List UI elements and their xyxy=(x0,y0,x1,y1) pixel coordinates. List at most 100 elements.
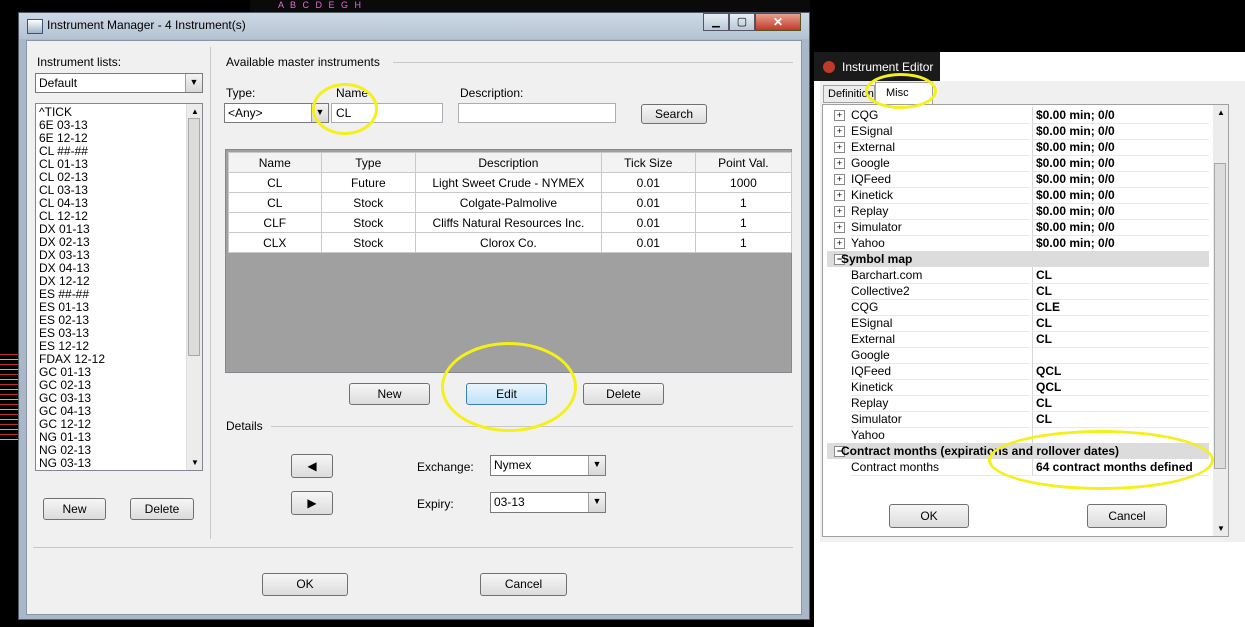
property-value: $0.00 min; 0/0 xyxy=(1032,219,1209,236)
search-button[interactable]: Search xyxy=(641,104,707,124)
editor-ok-button[interactable]: OK xyxy=(889,504,969,528)
property-row[interactable]: + Google $0.00 min; 0/0 xyxy=(827,155,1209,172)
property-value: $0.00 min; 0/0 xyxy=(1032,235,1209,252)
next-button[interactable]: ▶ xyxy=(291,491,333,515)
scroll-up-icon[interactable]: ▲ xyxy=(1217,108,1225,117)
property-row[interactable]: + Kinetick $0.00 min; 0/0 xyxy=(827,187,1209,204)
table-cell: Clorox Co. xyxy=(415,232,602,253)
property-row[interactable]: + ESignal $0.00 min; 0/0 xyxy=(827,123,1209,140)
table-cell: Stock xyxy=(320,192,417,213)
table-cell: 1 xyxy=(694,212,793,233)
instrument-list-select[interactable]: Default ▼ xyxy=(35,73,203,93)
category-row[interactable]: − Symbol map xyxy=(827,251,1209,267)
scroll-thumb[interactable] xyxy=(188,118,200,356)
property-row[interactable]: Replay CL xyxy=(827,395,1209,412)
property-name: External xyxy=(851,139,1030,156)
table-row[interactable]: CLF Stock Cliffs Natural Resources Inc. 0.0… xyxy=(228,212,793,233)
expand-icon[interactable]: + xyxy=(834,238,845,249)
property-row[interactable]: + Replay $0.00 min; 0/0 xyxy=(827,203,1209,220)
property-scrollbar[interactable]: ▲ ▼ xyxy=(1213,105,1228,536)
expand-icon[interactable]: + xyxy=(834,142,845,153)
property-row[interactable]: CQG CLE xyxy=(827,299,1209,316)
property-name: Yahoo xyxy=(851,235,1030,252)
table-cell: CL xyxy=(228,192,322,213)
expand-icon[interactable]: + xyxy=(834,222,845,233)
property-value: CLE xyxy=(1032,299,1209,316)
instrument-grid[interactable]: Name Type Description Tick Size Point Val. C… xyxy=(225,149,793,373)
property-value: $0.00 min; 0/0 xyxy=(1032,123,1209,140)
property-row[interactable]: + Simulator $0.00 min; 0/0 xyxy=(827,219,1209,236)
scroll-thumb[interactable] xyxy=(1214,163,1226,469)
property-row[interactable]: ESignal CL xyxy=(827,315,1209,332)
expiry-label: Expiry: xyxy=(417,497,454,511)
property-name: CQG xyxy=(851,299,1030,316)
scroll-up-icon[interactable]: ▲ xyxy=(191,107,199,116)
property-value: CL xyxy=(1032,267,1209,284)
property-row[interactable]: Collective2 CL xyxy=(827,283,1209,300)
highlight-edit-button xyxy=(441,342,577,432)
close-button[interactable]: ✕ xyxy=(755,13,801,31)
list-delete-button[interactable]: Delete xyxy=(130,498,194,520)
column-header[interactable]: Tick Size xyxy=(600,152,696,173)
expand-icon[interactable]: + xyxy=(834,126,845,137)
instrument-manager-window: Instrument Manager - 4 Instrument(s) ▁ ▢… xyxy=(18,12,810,620)
chevron-down-icon: ▼ xyxy=(588,493,605,512)
property-name: Yahoo xyxy=(851,427,1030,444)
new-button[interactable]: New xyxy=(349,383,430,405)
exchange-select[interactable]: Nymex ▼ xyxy=(490,455,606,476)
property-value: CL xyxy=(1032,395,1209,412)
expand-icon[interactable]: + xyxy=(834,174,845,185)
background-chart-letters: A B C D E G H xyxy=(278,0,364,10)
ok-button[interactable]: OK xyxy=(262,573,348,596)
instrument-list[interactable]: ^TICK 6E 03-13 6E 12-12 CL ##-## CL 01-13 CL … xyxy=(35,103,203,471)
column-header[interactable]: Name xyxy=(228,152,322,173)
table-cell: Colgate-Palmolive xyxy=(415,192,602,213)
scroll-down-icon[interactable]: ▼ xyxy=(191,458,199,467)
table-row[interactable]: CL Future Light Sweet Crude - NYMEX 0.01 100… xyxy=(228,172,793,193)
cancel-button[interactable]: Cancel xyxy=(480,573,567,596)
list-scrollbar[interactable]: ▲ ▼ xyxy=(186,104,202,470)
expand-icon[interactable]: + xyxy=(834,206,845,217)
column-header[interactable]: Description xyxy=(415,152,602,173)
table-row[interactable]: CLX Stock Clorox Co. 0.01 1 xyxy=(228,232,793,253)
arrow-left-icon: ◀ xyxy=(307,459,317,473)
expand-icon[interactable]: + xyxy=(834,190,845,201)
table-cell: CL xyxy=(228,172,322,193)
expiry-select[interactable]: 03-13 ▼ xyxy=(490,492,606,513)
property-name: IQFeed xyxy=(851,363,1030,380)
column-header[interactable]: Type xyxy=(320,152,417,173)
scroll-down-icon[interactable]: ▼ xyxy=(1217,524,1225,533)
property-name: Google xyxy=(851,155,1030,172)
maximize-button[interactable]: ▢ xyxy=(729,13,755,31)
property-row[interactable]: + CQG $0.00 min; 0/0 xyxy=(827,107,1209,124)
property-row[interactable]: Barchart.com CL xyxy=(827,267,1209,284)
property-row[interactable]: + External $0.00 min; 0/0 xyxy=(827,139,1209,156)
previous-button[interactable]: ◀ xyxy=(291,454,333,478)
column-header[interactable]: Point Val. xyxy=(694,152,793,173)
highlight-contract-months xyxy=(988,430,1214,490)
expand-icon[interactable]: + xyxy=(834,158,845,169)
property-row[interactable]: Google xyxy=(827,347,1209,364)
table-cell: Cliffs Natural Resources Inc. xyxy=(415,212,602,233)
description-field[interactable] xyxy=(458,103,616,123)
property-row[interactable]: + Yahoo $0.00 min; 0/0 xyxy=(827,235,1209,252)
list-new-button[interactable]: New xyxy=(43,498,106,520)
highlight-misc-tab xyxy=(865,73,937,109)
property-row[interactable]: External CL xyxy=(827,331,1209,348)
property-row[interactable]: IQFeed QCL xyxy=(827,363,1209,380)
property-row[interactable]: Kinetick QCL xyxy=(827,379,1209,396)
delete-button[interactable]: Delete xyxy=(583,383,664,405)
expand-icon[interactable]: + xyxy=(834,110,845,121)
list-item[interactable]: NG 03-13 xyxy=(36,457,202,470)
group-divider xyxy=(393,62,793,63)
property-row[interactable]: Simulator CL xyxy=(827,411,1209,428)
instrument-lists-label: Instrument lists: xyxy=(37,55,122,69)
highlight-name-field xyxy=(312,83,378,135)
title-bar[interactable]: Instrument Manager - 4 Instrument(s) ▁ ▢… xyxy=(19,13,809,39)
table-row[interactable]: CL Stock Colgate-Palmolive 0.01 1 xyxy=(228,192,793,213)
footer-divider xyxy=(33,547,793,548)
property-value: CL xyxy=(1032,315,1209,332)
property-row[interactable]: + IQFeed $0.00 min; 0/0 xyxy=(827,171,1209,188)
minimize-button[interactable]: ▁ xyxy=(703,13,729,31)
editor-cancel-button[interactable]: Cancel xyxy=(1087,504,1167,528)
